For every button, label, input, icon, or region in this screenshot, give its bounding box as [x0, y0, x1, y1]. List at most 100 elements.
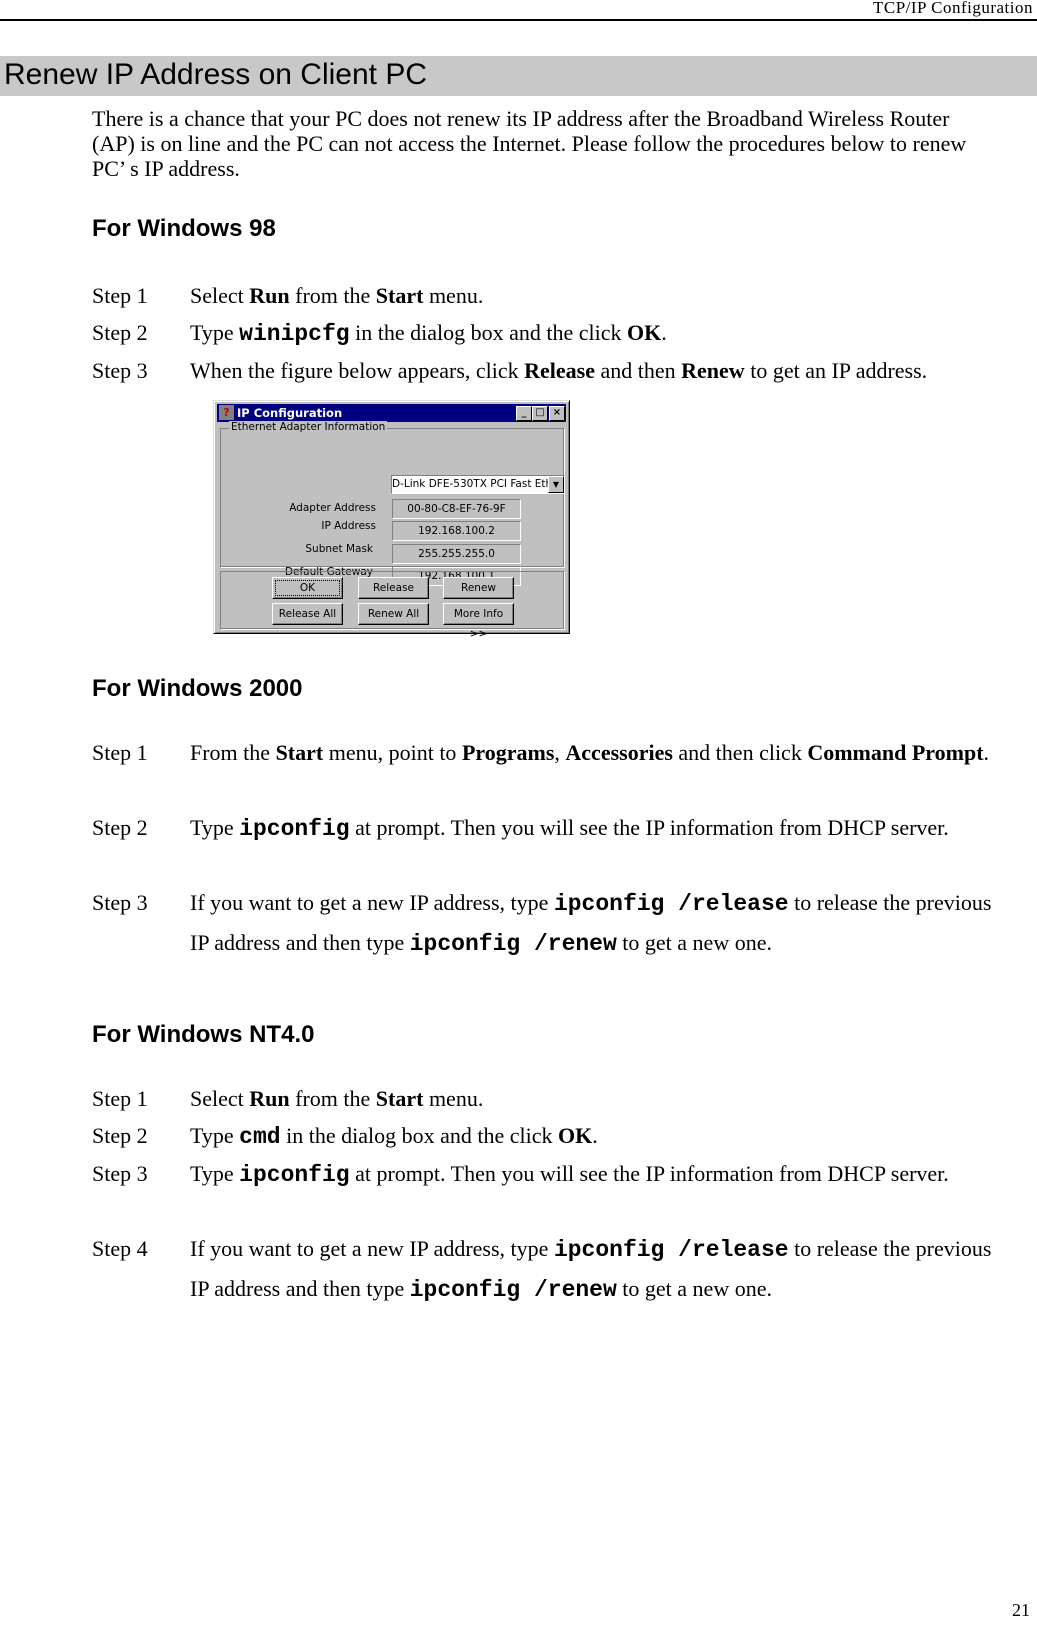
step-text-segment: . — [661, 320, 667, 345]
step-label: Step 3 — [92, 358, 148, 383]
step-text-segment: If you want to get a new IP address, typ… — [190, 890, 554, 915]
step-item: Step 3 When the figure below appears, cli… — [92, 352, 1012, 390]
step-text-segment: From the — [190, 740, 276, 765]
step-text-segment: to get an IP address. — [744, 358, 928, 383]
step-text-segment: If you want to get a new IP address, typ… — [190, 1236, 554, 1261]
step-label: Step 4 — [92, 1236, 148, 1261]
bold-term: Release — [524, 358, 595, 383]
step-text: If you want to get a new IP address, typ… — [190, 884, 1012, 963]
step-text-segment: When the figure below appears, click — [190, 358, 525, 383]
step-text-segment: menu, point to — [323, 740, 462, 765]
step-label: Step 1 — [92, 283, 148, 308]
step-text-segment: to get a new one. — [616, 929, 772, 955]
step-text: Type ipconfig at prompt. Then you will s… — [190, 1155, 1012, 1195]
command-text: ipconfig — [239, 1162, 350, 1188]
step-text: Type cmd in the dialog box and the click… — [190, 1117, 1012, 1157]
step-label: Step 2 — [92, 815, 148, 840]
chevron-down-icon[interactable]: ▼ — [548, 476, 564, 493]
subnet-mask-field: 255.255.255.0 — [392, 544, 521, 564]
heading-windows-2000: For Windows 2000 — [92, 675, 303, 702]
step-text: Type ipconfig at prompt. Then you will s… — [190, 809, 1012, 849]
close-icon[interactable]: × — [549, 406, 565, 421]
bold-term: Run — [249, 283, 290, 308]
field-label: IP Address — [321, 520, 376, 532]
header-rule — [0, 19, 1037, 21]
step-item: Step 3 Type ipconfig at prompt. Then you … — [92, 1155, 1012, 1195]
bold-term: Start — [275, 740, 324, 765]
step-item: Step 2 Type ipconfig at prompt. Then you … — [92, 809, 1012, 849]
page-number: 21 — [1012, 1600, 1030, 1620]
release-button[interactable]: Release — [358, 577, 429, 599]
step-text-segment: in the dialog box and the click — [280, 1123, 558, 1148]
command-text: ipconfig — [239, 816, 350, 842]
bold-term: Command Prompt — [807, 740, 984, 765]
adapter-select[interactable]: D-Link DFE-530TX PCI Fast Ether ▼ — [391, 475, 565, 494]
step-text-segment: and then click — [672, 740, 808, 765]
step-text-segment: menu. — [423, 1086, 484, 1111]
step-text-segment: from the — [289, 283, 376, 308]
group-label: Ethernet Adapter Information — [229, 421, 388, 433]
ok-button[interactable]: OK — [272, 577, 343, 599]
step-text-segment: . — [592, 1123, 598, 1148]
step-text-segment: at prompt. Then you will see the IP info… — [349, 815, 949, 840]
button-group: OK Release Renew Release All Renew All M… — [220, 571, 564, 640]
step-text: Type winipcfg in the dialog box and the … — [190, 314, 1012, 354]
bold-term: Start — [375, 283, 424, 308]
renew-all-button[interactable]: Renew All — [358, 603, 429, 625]
step-text: Select Run from the Start menu. — [190, 1080, 1012, 1118]
command-text: ipconfig /renew — [409, 1276, 617, 1303]
step-text-segment: Select — [190, 1086, 250, 1111]
minimize-icon[interactable]: _ — [516, 406, 532, 421]
step-text-segment: Select — [190, 283, 250, 308]
maximize-icon[interactable]: □ — [532, 406, 548, 421]
step-text-segment: . — [983, 740, 990, 765]
step-text-segment: to get a new one. — [616, 1275, 772, 1301]
heading-windows-98: For Windows 98 — [92, 215, 276, 242]
step-text-segment: Type — [190, 1123, 240, 1148]
step-text-segment: menu. — [423, 283, 484, 308]
step-label: Step 3 — [92, 890, 148, 915]
bold-term: Programs — [461, 740, 555, 765]
field-label: Subnet Mask — [305, 543, 373, 555]
adapter-info-group: Ethernet Adapter Information D-Link DFE-… — [220, 421, 565, 586]
step-item: Step 1 Select Run from the Start menu. — [92, 277, 1012, 315]
ip-address-field: 192.168.100.2 — [392, 521, 521, 541]
ip-configuration-dialog: ? IP Configuration _ □ × Ethernet Adapte… — [213, 400, 570, 640]
command-text: ipconfig /release — [553, 891, 789, 917]
step-label: Step 2 — [92, 1123, 148, 1148]
step-label: Step 1 — [92, 1086, 148, 1111]
command-text: ipconfig /renew — [409, 930, 617, 957]
step-text-segment: at prompt. Then you will see the IP info… — [349, 1161, 949, 1186]
bold-term: Run — [249, 1086, 290, 1111]
bold-term: Renew — [681, 358, 745, 383]
adapter-select-value: D-Link DFE-530TX PCI Fast Ether — [392, 478, 563, 490]
step-text: When the figure below appears, click Rel… — [190, 352, 1012, 390]
step-text-segment: Type — [190, 815, 240, 840]
command-text: cmd — [239, 1124, 281, 1150]
ip-config-app-icon: ? — [219, 405, 234, 420]
step-item: Step 4 If you want to get a new IP addres… — [92, 1230, 1012, 1309]
release-all-button[interactable]: Release All — [272, 603, 343, 625]
step-text-segment: , — [554, 740, 566, 765]
step-text-segment: and then — [595, 358, 682, 383]
heading-windows-nt4: For Windows NT4.0 — [92, 1021, 315, 1048]
bold-term: Accessories — [565, 740, 673, 765]
more-info-button[interactable]: More Info >> — [443, 603, 514, 640]
step-text-segment: from the — [289, 1086, 376, 1111]
command-text: ipconfig /release — [553, 1237, 789, 1263]
step-item: Step 1 Select Run from the Start menu. — [92, 1080, 1012, 1118]
bold-term: OK — [626, 320, 662, 345]
step-text-segment: Type — [190, 320, 240, 345]
running-header: TCP/IP Configuration — [872, 0, 1033, 17]
command-text: winipcfg — [239, 321, 350, 347]
step-text-segment: in the dialog box and the click — [349, 320, 627, 345]
dialog-title-bar: ? IP Configuration _ □ × — [217, 404, 566, 422]
step-label: Step 1 — [92, 740, 148, 765]
bold-term: OK — [557, 1123, 593, 1148]
step-text-segment: Type — [190, 1161, 240, 1186]
step-text: From the Start menu, point to Programs, … — [190, 734, 1012, 772]
renew-button[interactable]: Renew — [443, 577, 514, 599]
step-text: If you want to get a new IP address, typ… — [190, 1230, 1012, 1309]
dialog-title: IP Configuration — [237, 406, 343, 420]
step-item: Step 2 Type winipcfg in the dialog box an… — [92, 314, 1012, 354]
